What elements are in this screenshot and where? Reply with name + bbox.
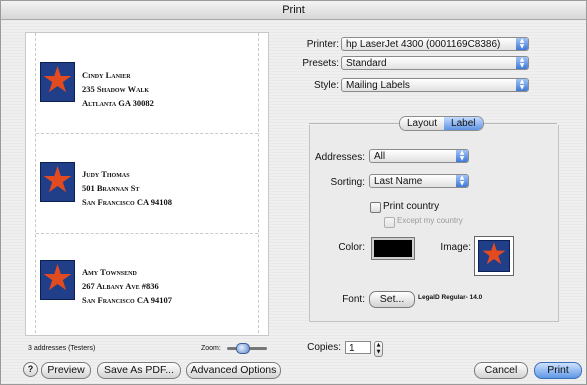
- starfish-image: ★: [478, 240, 510, 272]
- addresses-value: All: [374, 151, 386, 162]
- color-label: Color:: [338, 242, 365, 253]
- printer-label: Printer:: [306, 39, 339, 50]
- printer-popup[interactable]: hp LaserJet 4300 (0001169C8386) ▲ ▼: [341, 37, 529, 51]
- addresses-label: Addresses:: [314, 152, 365, 163]
- address-city: Altlanta GA 30082: [82, 98, 154, 108]
- address-block: Cindy Lanier 235 Shadow Walk Altlanta GA…: [82, 68, 154, 110]
- zoom-slider[interactable]: [227, 343, 267, 354]
- image-label: Image:: [440, 242, 471, 253]
- popup-arrows-icon: ▲ ▼: [516, 79, 528, 91]
- zoom-slider-knob[interactable]: [236, 343, 250, 354]
- label-cell: ★ Judy Thomas 501 Brannan St San Francis…: [36, 133, 258, 226]
- printer-value: hp LaserJet 4300 (0001169C8386): [346, 39, 501, 50]
- label-preview: ★ Cindy Lanier 235 Shadow Walk Altlanta …: [25, 32, 269, 336]
- address-street: 235 Shadow Walk: [82, 84, 150, 94]
- sorting-popup[interactable]: Last Name ▲ ▼: [369, 174, 469, 188]
- tab-label[interactable]: Label: [444, 117, 483, 130]
- address-city: San Francisco CA 94108: [82, 197, 173, 207]
- presets-label: Presets:: [302, 58, 339, 69]
- popup-arrows-icon: ▲ ▼: [516, 38, 528, 50]
- font-set-button[interactable]: Set...: [369, 291, 415, 308]
- save-as-pdf-button[interactable]: Save As PDF...: [97, 362, 181, 379]
- label-cell: ★ Amy Townsend 267 Albany Ave #836 San F…: [36, 233, 258, 326]
- style-value: Mailing Labels: [346, 80, 410, 91]
- starfish-image: ★: [40, 260, 75, 300]
- address-name: Judy Thomas: [82, 169, 130, 179]
- copies-stepper[interactable]: ▲ ▼: [374, 341, 383, 357]
- style-popup[interactable]: Mailing Labels ▲ ▼: [341, 78, 529, 92]
- starfish-image: ★: [40, 62, 75, 102]
- popup-arrows-icon: ▲ ▼: [516, 57, 528, 69]
- popup-arrows-icon: ▲ ▼: [456, 175, 468, 187]
- help-button[interactable]: ?: [23, 362, 38, 377]
- font-value: LegalD Regular- 14.0: [418, 294, 483, 301]
- panel-tabs: Layout Label: [399, 116, 484, 131]
- address-street: 267 Albany Ave #836: [82, 281, 159, 291]
- preview-button[interactable]: Preview: [41, 362, 91, 379]
- except-country-label: Except my country: [397, 216, 463, 225]
- print-country-label: Print country: [383, 201, 440, 212]
- address-name: Amy Townsend: [82, 267, 137, 277]
- tab-layout[interactable]: Layout: [400, 117, 445, 130]
- print-button[interactable]: Print: [534, 362, 582, 379]
- sorting-value: Last Name: [374, 176, 423, 187]
- popup-arrows-icon: ▲ ▼: [456, 150, 468, 162]
- style-label: Style:: [313, 80, 339, 91]
- address-block: Judy Thomas 501 Brannan St San Francisco…: [82, 167, 172, 209]
- color-swatch[interactable]: [371, 237, 415, 260]
- zoom-label: Zoom:: [201, 345, 221, 352]
- presets-popup[interactable]: Standard ▲ ▼: [341, 56, 529, 70]
- image-well[interactable]: ★: [474, 236, 514, 276]
- sorting-label: Sorting:: [330, 177, 365, 188]
- address-name: Cindy Lanier: [82, 70, 131, 80]
- window-title: Print: [1, 1, 586, 20]
- font-label: Font:: [342, 294, 365, 305]
- label-cell: ★ Cindy Lanier 235 Shadow Walk Altlanta …: [36, 33, 258, 125]
- print-country-checkbox[interactable]: [370, 202, 381, 213]
- cancel-button[interactable]: Cancel: [474, 362, 528, 379]
- preview-status: 3 addresses (Testers): [28, 345, 96, 352]
- address-block: Amy Townsend 267 Albany Ave #836 San Fra…: [82, 265, 172, 307]
- starfish-image: ★: [40, 162, 75, 202]
- except-country-checkbox[interactable]: [384, 217, 395, 228]
- copies-field[interactable]: 1: [345, 341, 371, 354]
- address-city: San Francisco CA 94107: [82, 295, 173, 305]
- presets-value: Standard: [346, 58, 387, 69]
- copies-label: Copies:: [307, 342, 341, 353]
- advanced-options-button[interactable]: Advanced Options: [186, 362, 281, 379]
- label-sheet: ★ Cindy Lanier 235 Shadow Walk Altlanta …: [35, 33, 259, 333]
- addresses-popup[interactable]: All ▲ ▼: [369, 149, 469, 163]
- print-dialog: Print ★ Cindy Lanier 235 Shadow Walk Alt…: [0, 0, 587, 385]
- address-street: 501 Brannan St: [82, 183, 140, 193]
